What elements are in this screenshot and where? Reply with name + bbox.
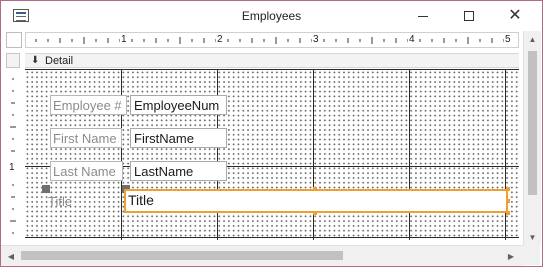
ruler-number: 3	[312, 34, 320, 45]
ruler-number: 4	[408, 34, 416, 45]
close-icon: ✕	[508, 7, 522, 24]
form-selector[interactable]	[6, 32, 22, 48]
first-name-label[interactable]: First Name	[50, 128, 122, 148]
ruler-number: 1	[120, 34, 128, 45]
maximize-button[interactable]	[446, 1, 492, 31]
vertical-ruler-ticks	[10, 78, 16, 234]
horizontal-ruler[interactable]: 1 2 3 4 5	[25, 32, 519, 48]
title-bar[interactable]: Employees ✕	[1, 1, 542, 31]
scroll-thumb[interactable]	[21, 251, 343, 260]
section-selector[interactable]	[6, 53, 20, 68]
section-label: Detail	[45, 55, 74, 67]
detail-section-header[interactable]: ⬇ Detail	[25, 53, 519, 68]
last-name-label[interactable]: Last Name	[50, 161, 123, 181]
resize-handle[interactable]	[506, 211, 510, 215]
scroll-thumb[interactable]	[528, 51, 537, 195]
first-name-textbox[interactable]: FirstName	[130, 128, 227, 148]
close-button[interactable]: ✕	[492, 1, 538, 31]
resize-handle[interactable]	[313, 211, 317, 215]
minimize-button[interactable]	[400, 1, 446, 31]
detail-design-grid[interactable]: Employee # EmployeeNum First Name FirstN…	[25, 69, 519, 240]
maximize-icon	[464, 11, 474, 21]
move-handle[interactable]	[42, 185, 50, 193]
ruler-number: 5	[504, 34, 512, 45]
horizontal-scrollbar[interactable]: ◀ ▶	[1, 245, 523, 266]
title-textbox[interactable]: Title	[124, 189, 508, 213]
ruler-ticks	[35, 37, 505, 44]
vertical-scrollbar[interactable]: ▲ ▼	[523, 31, 541, 245]
minimize-icon	[418, 15, 428, 17]
form-design-window: Employees ✕ 1 2 3 4 5 ⬇ Detail 1 Employe…	[0, 0, 543, 267]
arrow-down-icon: ⬇	[31, 55, 40, 66]
scroll-right-icon[interactable]: ▶	[503, 246, 519, 266]
scroll-up-icon[interactable]: ▲	[524, 31, 541, 47]
grid-line	[409, 70, 410, 240]
employee-number-label[interactable]: Employee #	[50, 95, 127, 115]
grid-line	[25, 237, 519, 238]
ruler-number: 2	[216, 34, 224, 45]
last-name-textbox[interactable]: LastName	[130, 161, 227, 181]
resize-handle[interactable]	[506, 199, 510, 203]
scroll-left-icon[interactable]: ◀	[3, 246, 19, 266]
vertical-ruler[interactable]: 1	[5, 71, 21, 237]
resize-handle[interactable]	[506, 187, 510, 191]
ruler-number: 1	[9, 162, 15, 173]
size-grip	[523, 245, 540, 265]
title-label[interactable]: Title	[46, 192, 106, 212]
scroll-down-icon[interactable]: ▼	[524, 229, 541, 245]
resize-handle[interactable]	[313, 187, 317, 191]
employee-number-textbox[interactable]: EmployeeNum	[130, 95, 227, 115]
